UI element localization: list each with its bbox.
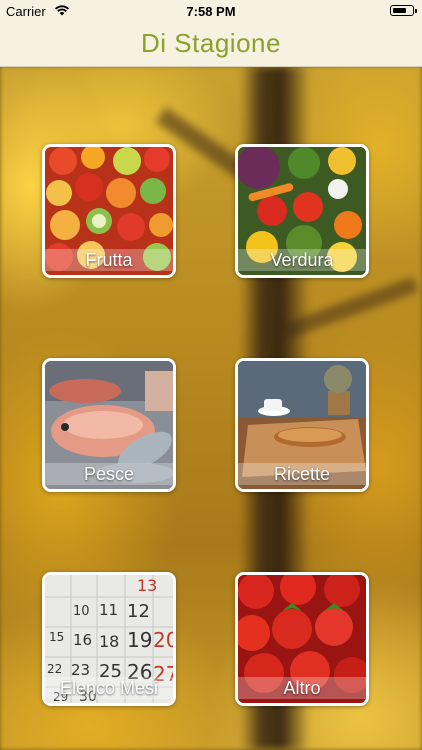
svg-text:12: 12 — [127, 601, 150, 622]
battery-icon — [390, 5, 417, 16]
tile-verdura[interactable]: Verdura — [235, 144, 369, 278]
navigation-bar: Di Stagione — [0, 22, 422, 67]
svg-text:11: 11 — [99, 601, 118, 619]
svg-text:10: 10 — [73, 604, 90, 619]
tile-frutta[interactable]: Frutta — [42, 144, 176, 278]
svg-text:13: 13 — [137, 576, 157, 595]
page-title: Di Stagione — [141, 28, 281, 58]
clock: 7:58 PM — [186, 4, 236, 19]
tile-pesce[interactable]: Pesce — [42, 358, 176, 492]
tile-label: Ricette — [238, 463, 366, 485]
tile-label: Altro — [238, 677, 366, 699]
status-bar: Carrier 7:58 PM — [0, 0, 422, 22]
tile-altro[interactable]: Altro — [235, 572, 369, 706]
svg-text:16: 16 — [73, 631, 92, 649]
svg-text:22: 22 — [47, 662, 62, 676]
svg-text:18: 18 — [99, 632, 119, 651]
tile-label: Frutta — [45, 249, 173, 271]
svg-text:15: 15 — [49, 630, 64, 644]
svg-text:19: 19 — [127, 628, 152, 652]
tile-label: Elenco Mesi — [45, 677, 173, 699]
tile-ricette[interactable]: Ricette — [235, 358, 369, 492]
tile-elenco-mesi[interactable]: 13 10 11 12 15 16 18 19 20 22 23 25 26 2… — [42, 572, 176, 706]
svg-text:20: 20 — [153, 628, 173, 652]
tile-label: Pesce — [45, 463, 173, 485]
tile-label: Verdura — [238, 249, 366, 271]
